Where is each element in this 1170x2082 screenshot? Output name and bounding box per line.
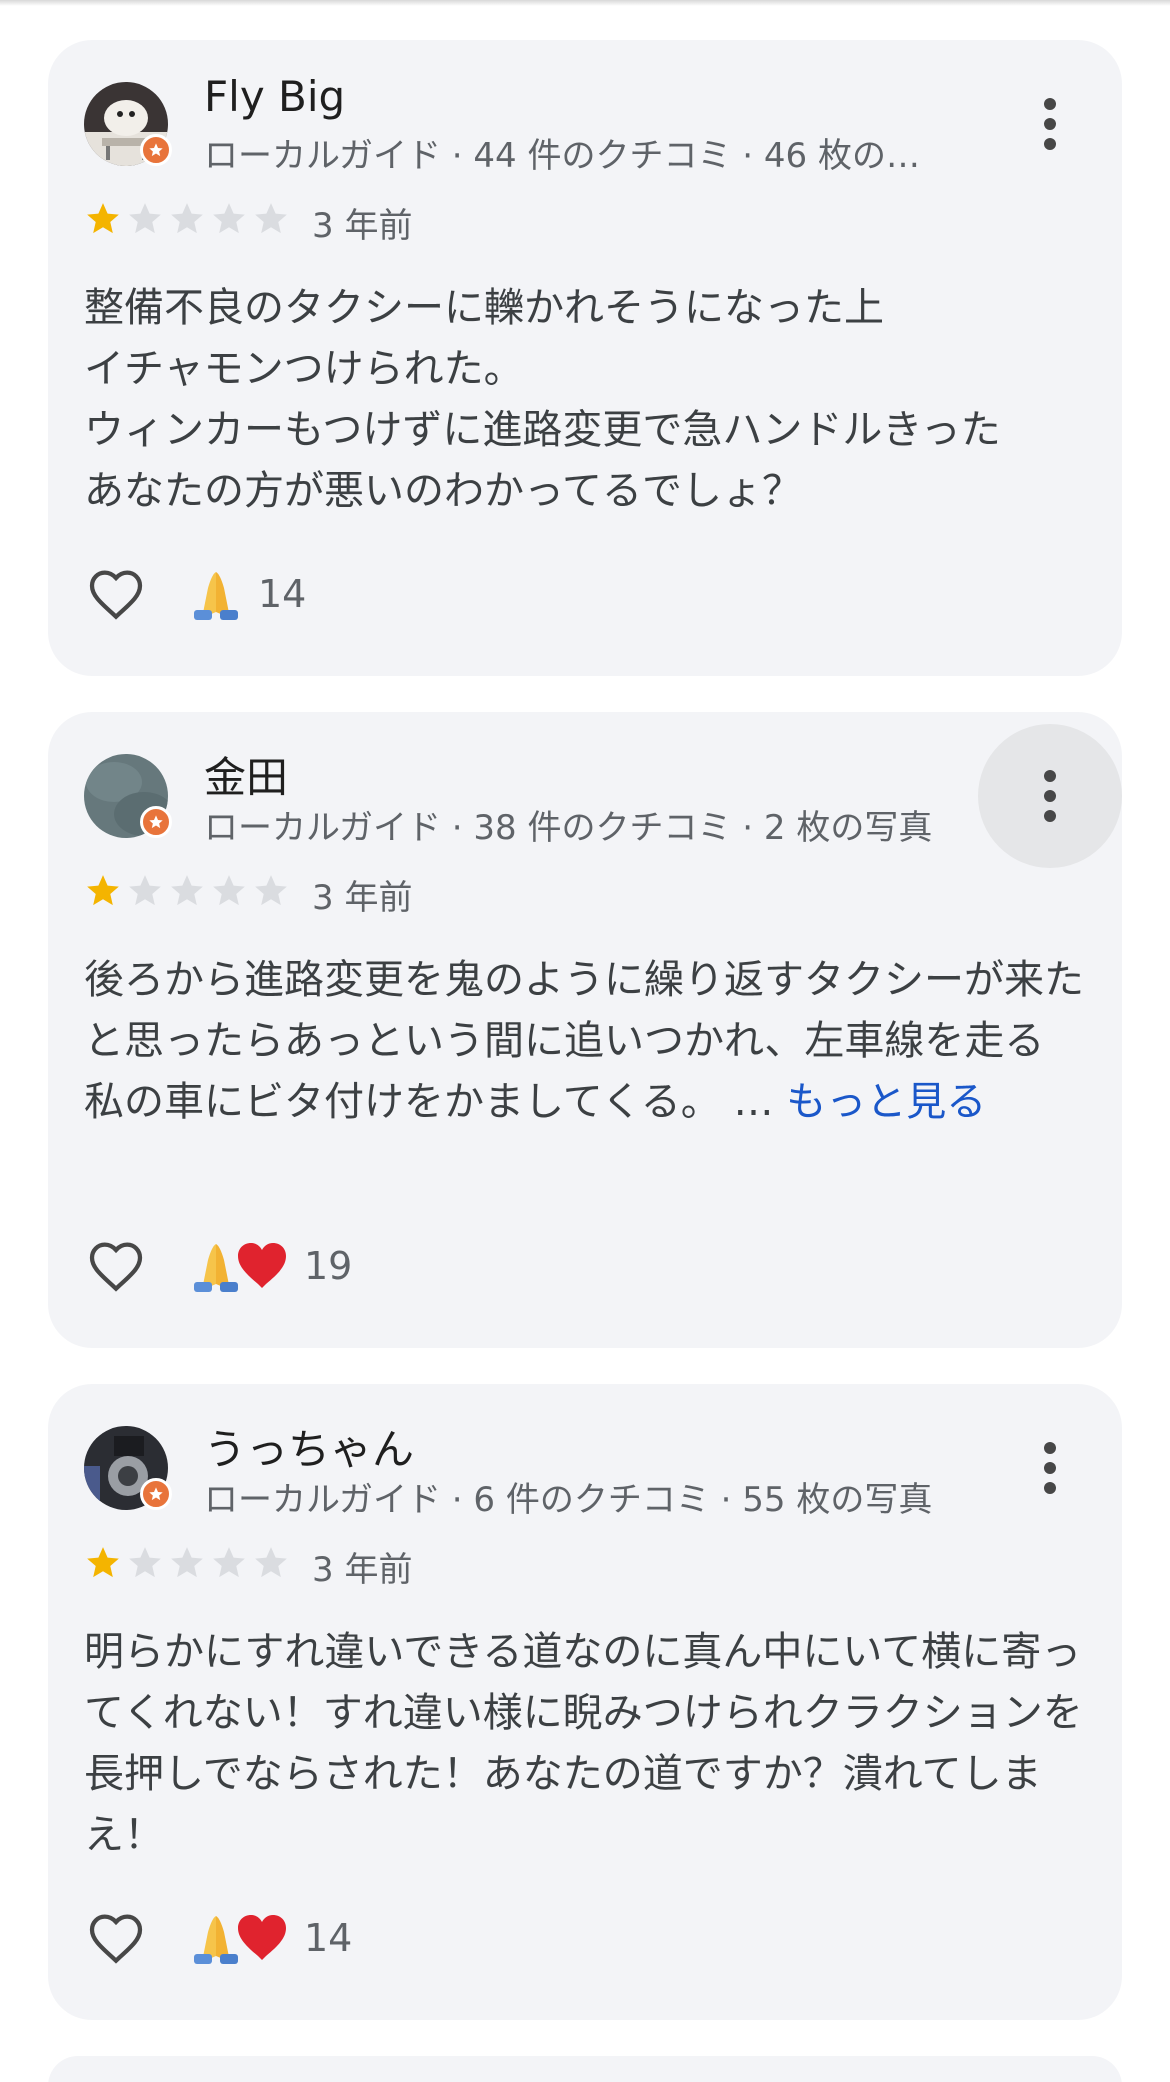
reaction-count: 19 (304, 1244, 353, 1288)
review-time: 3 年前 (312, 206, 413, 246)
star-empty-icon (213, 875, 245, 906)
reviewer-name[interactable]: うっちゃん (204, 1416, 414, 1477)
more-options-button[interactable] (978, 1396, 1122, 1540)
review-card: うっちゃん ローカルガイド · 6 件のクチコミ · 55 枚の写真 3 年前 … (48, 1384, 1122, 2020)
review-text: 明らかにすれ違いできる道なのに真ん中にいて横に寄ってくれない！すれ違い様に睨みつ… (84, 1622, 1084, 1866)
review-time: 3 年前 (312, 878, 413, 918)
review-card: 金田 ローカルガイド · 38 件のクチコミ · 2 枚の写真 3 年前 後ろか… (48, 712, 1122, 1348)
star-empty-icon (171, 203, 203, 234)
top-shadow (0, 0, 1170, 6)
reviewer-meta: ローカルガイド · 38 件のクチコミ · 2 枚の写真 (204, 808, 933, 848)
red-heart-icon (238, 1243, 286, 1288)
local-guide-badge-icon (140, 134, 172, 166)
star-filled-icon (87, 203, 119, 234)
heart-outline-icon[interactable] (84, 562, 148, 626)
reviewer-meta: ローカルガイド · 6 件のクチコミ · 55 枚の写真 (204, 1480, 933, 1520)
heart-outline-icon[interactable] (84, 1906, 148, 1970)
avatar[interactable] (84, 754, 172, 838)
heart-outline-icon[interactable] (84, 1234, 148, 1298)
star-rating (84, 872, 290, 912)
review-text: 整備不良のタクシーに轢かれそうになった上 イチャモンつけられた。 ウィンカーもつ… (84, 278, 1084, 522)
folded-hands-icon (194, 572, 238, 620)
star-empty-icon (129, 875, 161, 906)
reviewer-name[interactable]: 金田 (204, 744, 288, 805)
star-empty-icon (255, 875, 287, 906)
review-time: 3 年前 (312, 1550, 413, 1590)
review-actions: 14 (84, 1906, 352, 1970)
star-empty-icon (255, 1547, 287, 1578)
more-options-button[interactable] (978, 724, 1122, 868)
local-guide-badge-icon (140, 806, 172, 838)
reaction-count: 14 (258, 572, 307, 616)
red-heart-icon (238, 1915, 286, 1960)
star-empty-icon (171, 1547, 203, 1578)
review-text: 後ろから進路変更を鬼のように繰り返すタクシーが来たと思ったらあっという間に追いつ… (84, 950, 1084, 1133)
reactions[interactable]: 14 (188, 562, 306, 626)
vertical-dots-icon (1044, 1442, 1056, 1494)
avatar[interactable] (84, 1426, 172, 1510)
star-rating (84, 1544, 290, 1584)
review-body: 明らかにすれ違いできる道なのに真ん中にいて横に寄ってくれない！すれ違い様に睨みつ… (84, 1629, 1083, 1858)
more-options-button[interactable] (978, 52, 1122, 196)
reaction-count: 14 (304, 1916, 353, 1960)
star-empty-icon (129, 1547, 161, 1578)
review-body: 整備不良のタクシーに轢かれそうになった上 イチャモンつけられた。 ウィンカーもつ… (84, 285, 1001, 514)
review-actions: 14 (84, 562, 306, 626)
star-empty-icon (255, 203, 287, 234)
review-card-partial (48, 2056, 1122, 2082)
read-more-link[interactable]: もっと見る (786, 1079, 986, 1125)
star-empty-icon (171, 875, 203, 906)
review-card: Fly Big ローカルガイド · 44 件のクチコミ · 46 枚の… 3 年… (48, 40, 1122, 676)
star-filled-icon (87, 875, 119, 906)
star-filled-icon (87, 1547, 119, 1578)
local-guide-badge-icon (140, 1478, 172, 1510)
reviewer-meta: ローカルガイド · 44 件のクチコミ · 46 枚の… (204, 136, 920, 176)
vertical-dots-icon (1044, 770, 1056, 822)
reviewer-name[interactable]: Fly Big (204, 72, 345, 121)
star-empty-icon (213, 1547, 245, 1578)
reactions[interactable]: 14 (188, 1906, 352, 1970)
review-actions: 19 (84, 1234, 352, 1298)
avatar[interactable] (84, 82, 172, 166)
reactions[interactable]: 19 (188, 1234, 352, 1298)
star-rating (84, 200, 290, 240)
star-empty-icon (213, 203, 245, 234)
vertical-dots-icon (1044, 98, 1056, 150)
star-empty-icon (129, 203, 161, 234)
